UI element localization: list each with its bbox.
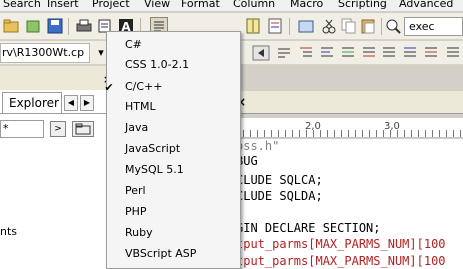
menu-project[interactable]: Project <box>92 0 130 11</box>
spell-check-icon[interactable] <box>444 44 462 62</box>
comment-icon[interactable] <box>339 44 357 62</box>
find-icon[interactable] <box>384 17 402 35</box>
menu-item-java[interactable]: Java <box>107 118 240 138</box>
open-icon[interactable] <box>2 17 20 35</box>
menu-scripting[interactable]: Scripting <box>338 0 387 11</box>
outdent-icon[interactable] <box>318 44 336 62</box>
code-line: tput_parms[MAX_PARMS_NUM][100 <box>236 237 446 251</box>
code-line: CLUDE SQLDA; <box>236 189 323 203</box>
tab-scroll-right-icon[interactable]: ▶ <box>80 95 94 111</box>
menu-format[interactable]: Format <box>181 0 220 11</box>
menu-bar: Search Insert Project View Format Column… <box>0 0 463 12</box>
tab-strip-line <box>0 113 110 114</box>
uncomment-icon[interactable] <box>360 44 378 62</box>
menu-item-css[interactable]: CSS 1.0-2.1 <box>107 55 240 75</box>
paste-icon[interactable] <box>359 17 377 35</box>
go-button[interactable]: > <box>50 121 66 137</box>
new-file-icon[interactable] <box>24 17 42 35</box>
toolbar-separator <box>289 18 290 35</box>
menu-item-html[interactable]: HTML <box>107 97 240 117</box>
ruler-mark: 2,0 <box>305 121 321 132</box>
toolbar-separator <box>68 18 69 35</box>
menu-item-csharp[interactable]: C# <box>107 35 240 55</box>
hex-mode-icon[interactable] <box>266 17 284 35</box>
menu-item-mysql[interactable]: MySQL 5.1 <box>107 160 240 180</box>
code-line: oss.h" <box>236 139 280 153</box>
save-icon[interactable] <box>46 17 64 35</box>
menu-item-javascript[interactable]: JavaScript <box>107 139 240 159</box>
menu-macro[interactable]: Macro <box>290 0 323 11</box>
menu-insert[interactable]: Insert <box>47 0 79 11</box>
toolbar-separator <box>381 18 382 35</box>
case-icon[interactable] <box>422 44 440 62</box>
tab-explorer[interactable]: Explorer <box>2 92 62 114</box>
menu-item-perl[interactable]: Perl <box>107 181 240 201</box>
indent-icon[interactable] <box>297 44 315 62</box>
print-icon[interactable] <box>75 17 93 35</box>
code-line: CLUDE SQLCA; <box>236 173 323 187</box>
explorer-header <box>0 66 110 90</box>
column-mode-icon[interactable] <box>244 17 262 35</box>
exec-command-field[interactable]: exec <box>404 17 463 36</box>
ruler-mark: 3,0 <box>384 121 400 132</box>
code-line: GIN DECLARE SECTION; <box>236 221 381 235</box>
menu-item-php[interactable]: PHP <box>107 202 240 222</box>
tree-item[interactable]: nts <box>0 225 40 239</box>
left-arrow-icon[interactable] <box>252 44 270 62</box>
tab-scroll-left-icon[interactable]: ◀ <box>64 95 78 111</box>
ruler-ticks <box>236 130 463 137</box>
copy-icon[interactable] <box>340 17 358 35</box>
menu-item-vbscript-asp[interactable]: VBScript ASP <box>107 244 240 264</box>
cut-icon[interactable] <box>320 17 338 35</box>
file-path-field[interactable]: rv\R1300Wt.cp <box>0 43 90 63</box>
file-filter-field[interactable]: * <box>0 120 44 138</box>
menu-column[interactable]: Column <box>233 0 275 11</box>
format-icon[interactable] <box>401 44 419 62</box>
menu-advanced[interactable]: Advanced <box>399 0 453 11</box>
code-line: tput_parms[MAX_PARMS_NUM][100 <box>236 254 446 268</box>
folder-icon[interactable] <box>72 121 94 137</box>
wrap-icon[interactable] <box>275 44 293 62</box>
sort-icon[interactable] <box>380 44 398 62</box>
macro-icon[interactable] <box>297 17 315 35</box>
menu-search[interactable]: Search <box>3 0 41 11</box>
menu-view[interactable]: View <box>144 0 170 11</box>
menu-item-ruby[interactable]: Ruby <box>107 223 240 243</box>
menu-item-cpp[interactable]: C/C++ <box>107 77 240 97</box>
